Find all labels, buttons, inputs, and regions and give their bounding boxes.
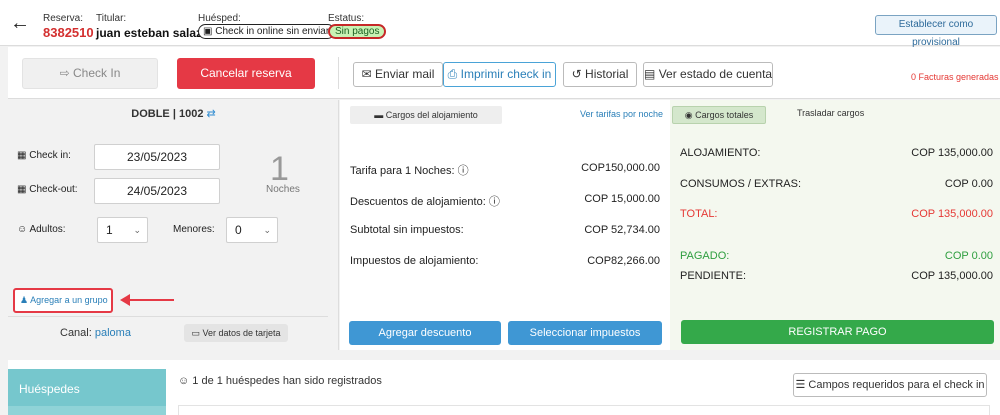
history-button[interactable]: ↺ Historial [563,62,637,87]
rate-value: COP150,000.00 [581,162,660,174]
checkout-date-field[interactable]: 24/05/2023 [94,178,220,204]
subtotal-label: Subtotal sin impuestos: [350,224,464,236]
chevron-down-icon: ⌄ [133,225,141,235]
status-badge: Sin pagos [328,24,387,39]
view-card-button[interactable]: ▭ Ver datos de tarjeta [184,324,288,342]
credit-card-icon: ▭ [191,328,200,338]
register-payment-button[interactable]: REGISTRAR PAGO [681,320,994,344]
paid-value: COP 0.00 [944,250,993,262]
back-arrow-icon[interactable]: ← [10,13,30,33]
print-checkin-button[interactable]: ⎙ Imprimir check in [443,62,556,87]
required-fields-button[interactable]: ☰ Campos requeridos para el check in [793,373,987,397]
printer-icon: ⎙ [447,67,458,81]
channel-info: Canal: paloma [60,327,131,339]
checkout-date-label: ▦ Check-out: [17,184,78,195]
reserva-label: Reserva: [43,13,84,24]
money-icon: ◉ [684,110,693,120]
room-title: DOBLE | 1002 ⇄ [131,108,216,120]
set-provisional-button[interactable]: Establecer como provisional [875,15,997,48]
add-user-icon: ♟ [20,295,29,305]
guest-list-row [178,405,990,415]
calendar-icon: ▦ [17,184,27,195]
online-checkin-badge: ▣ Check in online sin enviar [198,24,336,39]
channel-name: paloma [94,327,131,339]
huesped-label: Huésped: [198,13,241,24]
total-label: TOTAL: [680,208,718,220]
subtotal-value: COP 52,734.00 [584,224,660,236]
nightly-rates-link[interactable]: Ver tarifas por noche [580,109,663,119]
estatus-label: Estatus: [328,13,365,24]
total-value: COP 135,000.00 [911,208,993,220]
lodging-total-value: COP 135,000.00 [911,147,993,159]
account-statement-label: Ver estado de cuenta [658,67,773,81]
swap-room-icon[interactable]: ⇄ [207,108,216,120]
print-checkin-label: Imprimir check in [460,67,552,81]
add-to-group-link[interactable]: ♟ Agregar a un grupo [13,288,113,313]
taxes-label: Impuestos de alojamiento: [350,255,479,267]
add-discount-button[interactable]: Agregar descuento [349,321,501,345]
room-number: 1002 [178,108,204,120]
cancel-reservation-button[interactable]: Cancelar reserva [177,58,315,89]
tab-total-charges[interactable]: ◉ Cargos totales [672,106,766,124]
taxes-value: COP82,266.00 [587,255,660,267]
list-icon: ☰ [795,379,806,391]
annotation-arrowhead [120,294,130,306]
online-checkin-text: Check in online sin enviar [215,26,330,37]
guests-registered-info: ☺ 1 de 1 huéspedes han sido registrados [178,375,382,387]
bed-icon: ▬ [374,110,384,120]
login-icon: ⇨ [59,66,70,80]
discount-label: Descuentos de alojamiento: ⓘ [350,196,500,208]
user-circle-icon: ☺ [178,375,190,387]
checkin-date-label: ▦ Check in: [17,150,71,161]
calendar-icon: ▦ [17,150,27,161]
annotation-arrow [126,299,174,301]
history-label: Historial [585,67,629,81]
info-icon: ⓘ [457,165,469,177]
charges-panel: ▬ Cargos del alojamiento Ver tarifas por… [340,100,670,350]
document-icon: ▤ [644,67,656,81]
lodging-total-label: ALOJAMIENTO: [680,147,761,159]
checkin-button[interactable]: ⇨ Check In [22,58,158,89]
extras-value: COP 0.00 [944,178,993,190]
divider [338,57,339,89]
rate-label: Tarifa para 1 Noches: ⓘ [350,165,469,177]
account-statement-button[interactable]: ▤ Ver estado de cuenta [643,62,773,87]
history-icon: ↺ [571,67,582,81]
guests-section: Huéspedes ☺ 1 de 1 huéspedes han sido re… [8,360,1000,415]
person-icon: ☺ [17,224,28,235]
info-icon: ⓘ [488,196,500,208]
send-mail-button[interactable]: ✉ Enviar mail [353,62,443,87]
header-bar: ← Reserva: 8382510 Titular: juan esteban… [0,0,1000,48]
titular-name: juan esteban salazar [96,26,214,40]
tab-lodging-charges[interactable]: ▬ Cargos del alojamiento [350,106,502,124]
room-type: DOBLE [131,108,170,120]
select-taxes-button[interactable]: Seleccionar impuestos [508,321,662,345]
adults-select[interactable]: 1 ⌄ [97,217,148,243]
mail-icon: ✉ [361,67,372,81]
checkin-label: Check In [73,66,121,80]
tab-transfer-charges[interactable]: Trasladar cargos [797,108,864,118]
checkin-date-field[interactable]: 23/05/2023 [94,144,220,170]
chevron-down-icon: ⌄ [263,225,271,235]
room-panel: DOBLE | 1002 ⇄ ▦ Check in: 23/05/2023 ▦ … [8,100,339,350]
extras-label: CONSUMOS / EXTRAS: [680,178,802,190]
adults-label: ☺ Adultos: [17,224,66,235]
totals-panel: ◉ Cargos totales Trasladar cargos ALOJAM… [670,100,1000,350]
pending-value: COP 135,000.00 [911,270,993,282]
send-mail-label: Enviar mail [375,67,435,81]
paid-label: PAGADO: [680,250,730,262]
minors-select[interactable]: 0 ⌄ [226,217,278,243]
nights-label: Noches [266,184,300,195]
action-bar: ⇨ Check In Cancelar reserva ✉ Enviar mai… [8,47,1000,99]
invoices-count-link[interactable]: 0 Facturas generadas [911,72,999,82]
pending-label: PENDIENTE: [680,270,747,282]
divider [8,316,328,317]
laptop-icon: ▣ [203,26,213,37]
reservation-number: 8382510 [43,25,94,40]
tab-guests-subrow [8,406,166,415]
titular-label: Titular: [96,13,127,24]
minors-label: Menores: [173,224,215,235]
discount-value: COP 15,000.00 [584,193,660,205]
